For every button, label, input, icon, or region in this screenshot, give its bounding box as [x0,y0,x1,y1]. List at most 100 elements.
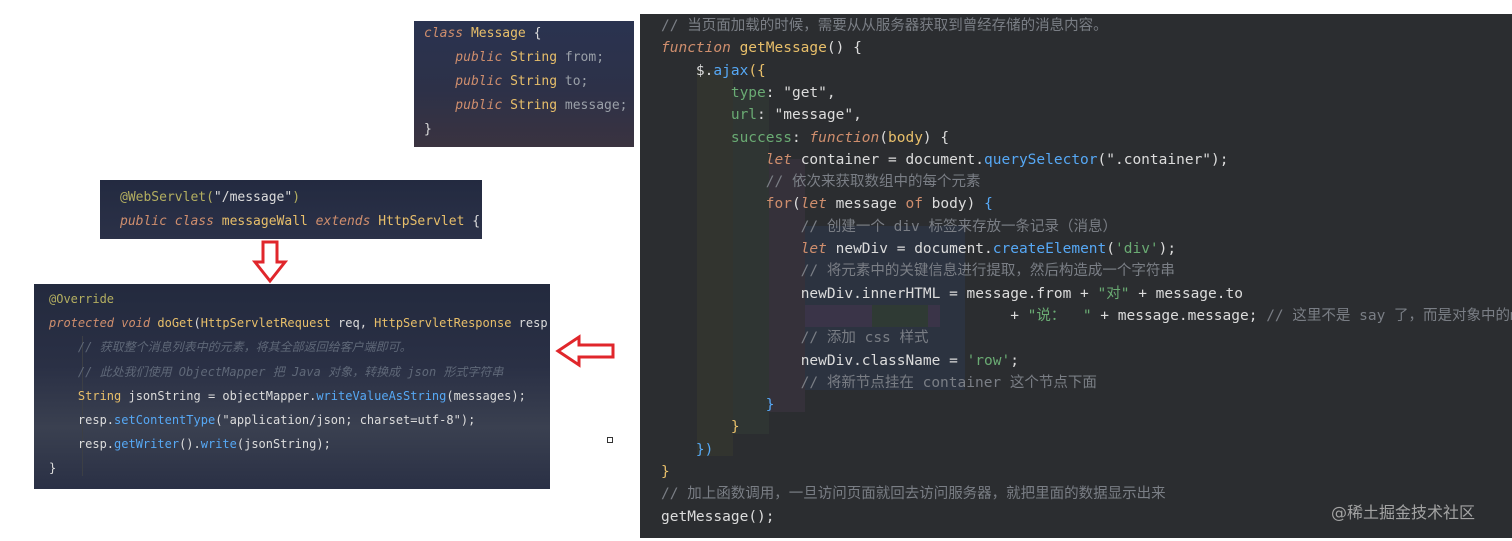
code-token: success [730,129,792,146]
code-token: document. [914,241,993,257]
code-token: } [424,122,432,137]
code-token: url [730,107,758,124]
code-token: + [661,307,1028,324]
code-token: for [765,196,792,213]
code-token: getMessage [661,508,749,525]
code-token: : [757,107,775,124]
code-token: // 获取整个消息列表中的元素，将其全部返回给客户端即可。 [49,340,412,355]
servlet-header-code-panel: @WebServlet("/message") public class mess… [100,180,482,239]
class-message-code-panel: class Message { public String from; publ… [414,21,634,147]
code-token: protected void [49,316,158,331]
code-token: message [835,196,906,213]
code-token: ( [791,196,801,213]
code-token: ( [1106,241,1115,257]
code-line: public String message; [424,94,628,118]
code-token: // 此处我们使用 ObjectMapper 把 Java 对象，转换成 jso… [49,364,504,379]
code-token: (); [748,508,775,525]
code-token: // 这里不是 say 了，而是对象中的message [1266,307,1512,324]
code-token: // 当页面加载的时候，需要从从服务器获取到曾经存储的消息内容。 [661,18,1108,34]
code-token: public [424,98,511,113]
code-line: @Override [49,287,114,311]
code-token: 'div' [1115,241,1159,257]
code-token: (jsonString); [236,437,331,452]
code-token: ; [1010,352,1019,369]
code-token: + message.to [1129,285,1243,302]
code-token: "说： " [1027,307,1092,324]
code-token: (). [179,437,201,452]
code-token: class [424,26,471,41]
code-line: $.ajax({ [661,60,766,82]
code-token: ); [1211,151,1229,168]
code-token: resp [518,316,548,331]
code-token: querySelector [984,151,1098,168]
code-token: ( [193,316,201,331]
code-token: resp. [49,413,115,427]
code-token: { [464,214,481,229]
code-token: to; [564,74,589,89]
code-line: let newDiv = document.createElement('div… [661,238,1176,260]
code-token: 'row' [966,352,1011,369]
code-token: of [905,196,932,213]
code-token: newDiv.innerHTML = message.from + [800,285,1098,302]
code-token: write [200,437,237,452]
code-line: type: "get", [661,82,836,104]
code-line: resp.setContentType("application/json; c… [49,408,475,432]
code-line: newDiv.innerHTML = message.from + "对" + … [661,283,1243,305]
code-token: @WebServlet( [120,190,214,205]
code-token: doGet [157,316,194,331]
code-line: // 创建一个 div 标签来存放一条记录（消息） [661,216,1117,238]
code-token: message; [564,98,628,113]
small-marker [607,437,613,443]
code-token: + message.message; [1091,307,1267,324]
code-token: // 将新节点挂在 container 这个节点下面 [661,374,1097,391]
code-token: let [765,151,801,168]
code-token: String [49,388,129,403]
code-line: // 加上函数调用，一旦访问页面就回去访问服务器，就把里面的数据显示出来 [661,483,1166,505]
code-token: ); [460,413,476,427]
code-token: body [888,129,923,146]
code-token: messageWall [221,214,316,229]
code-line: // 获取整个消息列表中的元素，将其全部返回给客户端即可。 [49,335,412,359]
code-token: document. [905,151,985,168]
code-line: // 当页面加载的时候，需要从从服务器获取到曾经存储的消息内容。 [661,15,1108,37]
code-line: } [49,456,56,480]
code-token: , [826,84,836,101]
code-token: "application/json; charset=utf-8" [222,413,461,427]
code-line: + "说： " + message.message; // 这里不是 say 了… [661,305,1512,327]
code-token: String [510,74,565,89]
code-line: } [661,461,670,483]
code-token: "get" [783,84,827,101]
code-token: newDiv = [835,241,915,257]
code-token: HttpServletResponse [374,316,519,331]
code-token: // 添加 css 样式 [661,330,929,347]
code-token: getMessage [739,40,827,57]
code-token: public [424,74,511,89]
code-token: { [525,26,542,41]
code-token: let [800,241,836,257]
code-line: resp.getWriter().write(jsonString); [49,432,331,456]
code-token: getWriter [114,437,180,452]
code-token: ( [1097,151,1107,168]
code-token: resp. [49,437,115,452]
code-token: writeValueAsString [316,388,447,403]
code-token: ); [1158,241,1177,257]
code-line: // 将元素中的关键信息进行提取，然后构造成一个字符串 [661,260,1175,282]
code-token: Message [470,26,526,41]
code-line: // 此处我们使用 ObjectMapper 把 Java 对象，转换成 jso… [49,360,504,384]
code-line: } [424,118,432,142]
javascript-code-panel: // 当页面加载的时候，需要从从服务器获取到曾经存储的消息内容。 function… [640,14,1512,538]
code-token: from; [564,50,605,65]
code-token: ) [292,190,301,205]
code-line: class Message { [424,22,541,46]
code-token: HttpServlet [378,214,465,229]
code-token: () { [826,40,862,57]
code-token: newDiv.className = [800,352,967,369]
arrow-left-icon [555,334,615,368]
